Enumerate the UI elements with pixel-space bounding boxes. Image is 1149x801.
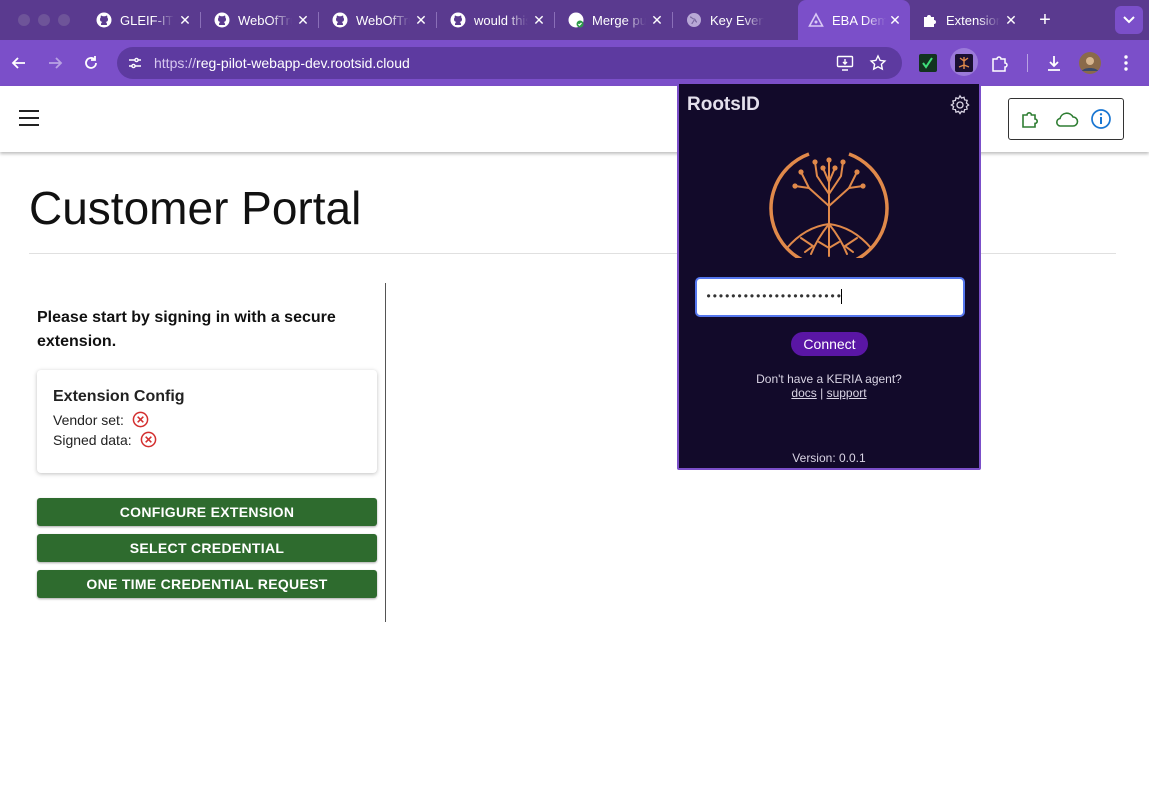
forward-button[interactable] [44,52,66,74]
install-app-icon[interactable] [836,54,854,72]
tab-separator [200,12,201,28]
tab-separator [318,12,319,28]
tab-title: Extension [946,12,1000,28]
keria-help-text: Don't have a KERIA agent? [756,372,902,386]
menu-icon[interactable] [19,110,39,126]
reload-button[interactable] [80,52,102,74]
tab-title: would this [474,12,528,28]
close-tab-icon[interactable]: ✕ [1002,11,1020,29]
browser-toolbar: https://reg-pilot-webapp-dev.rootsid.clo… [0,40,1149,86]
support-link[interactable]: support [827,386,867,400]
password-mask: •••••••••••••••••••••• [705,290,842,304]
extensions-puzzle-icon[interactable] [988,51,1012,75]
close-tab-icon[interactable]: ✕ [530,11,548,29]
new-tab-button[interactable]: + [1035,10,1055,30]
browser-tab[interactable]: Merge pull ✕ [558,6,673,34]
text-caret [841,289,843,305]
reload-icon [85,56,97,69]
browser-tab-active[interactable]: EBA Demo ✕ [798,0,910,40]
close-tab-icon[interactable]: ✕ [412,11,430,29]
card-title: Extension Config [53,388,185,405]
arrow-right-icon [49,57,63,69]
info-icon[interactable] [1090,108,1112,130]
profile-avatar[interactable] [1078,51,1102,75]
select-credential-button[interactable]: SELECT CREDENTIAL [37,534,377,562]
signed-label: Signed data: [53,431,132,448]
rootsid-extension-popup: RootsID •••••••••••••••••••••• Connect D… [677,82,981,470]
error-circle-icon [132,411,149,428]
page-title: Customer Portal [29,182,362,234]
gear-icon[interactable] [949,94,971,116]
browser-tab[interactable]: WebOfTrust ✕ [322,6,437,34]
version-label: Version: 0.0.1 [792,451,866,465]
triangle-logo-icon [808,12,824,28]
close-tab-icon[interactable]: ✕ [648,11,666,29]
toolbar-divider [1027,54,1028,72]
extension-config-card: Extension Config Vendor set: Signed data… [37,370,377,473]
vendor-label: Vendor set: [53,411,124,428]
url-text[interactable]: https://reg-pilot-webapp-dev.rootsid.clo… [154,55,410,71]
github-icon [96,12,112,28]
browser-menu-icon[interactable] [1114,51,1138,75]
bookmark-star-icon[interactable] [869,54,887,72]
close-tab-icon[interactable]: ✕ [294,11,312,29]
tab-title: Merge pull [592,12,646,28]
browser-tab[interactable]: WebOfTrust ✕ [204,6,319,34]
github-icon [332,12,348,28]
tab-title: Key Event [710,12,764,28]
docs-link[interactable]: docs [791,386,816,400]
tab-title: WebOfTrust [356,12,410,28]
extension-keri-icon[interactable] [916,51,940,75]
tab-separator [554,12,555,28]
popup-title: RootsID [687,94,760,115]
browser-tab[interactable]: GLEIF-IT ✕ [86,6,201,34]
signed-status-row: Signed data: [53,431,157,448]
downloads-icon[interactable] [1042,51,1066,75]
one-time-credential-request-button[interactable]: ONE TIME CREDENTIAL REQUEST [37,570,377,598]
back-button[interactable] [8,52,30,74]
rootsid-extension-icon[interactable] [952,51,976,75]
url-host: reg-pilot-webapp-dev.rootsid.cloud [196,55,410,71]
link-separator: | [820,386,824,400]
address-bar[interactable]: https://reg-pilot-webapp-dev.rootsid.clo… [117,47,902,79]
github-merge-icon [568,12,584,28]
chevron-down-icon [1123,16,1135,24]
tab-separator [436,12,437,28]
url-scheme: https:// [154,55,197,71]
browser-tab[interactable]: Extension ✕ [912,6,1026,34]
window-close-dot[interactable] [18,14,30,26]
rootsid-tree-logo [769,152,889,258]
tab-title: GLEIF-IT [120,12,174,28]
extension-puzzle-icon[interactable] [1020,108,1042,130]
window-zoom-dot[interactable] [58,14,70,26]
sign-in-instructions: Please start by signing in with a secure… [37,309,336,350]
close-tab-icon[interactable]: ✕ [176,11,194,29]
browser-tab[interactable]: would this ✕ [440,6,555,34]
close-tab-icon[interactable]: ✕ [886,11,904,29]
cloud-icon[interactable] [1053,110,1079,128]
appbar-tool-group [1008,98,1124,140]
tab-separator [672,12,673,28]
column-divider [385,283,386,622]
arrow-left-icon [11,57,25,69]
tab-title: WebOfTrust [238,12,292,28]
vendor-status-row: Vendor set: [53,411,149,428]
window-minimize-dot[interactable] [38,14,50,26]
help-links: docs | support [679,386,979,400]
tab-title: EBA Demo [832,12,886,28]
browser-tab[interactable]: Key Event [676,6,794,34]
github-icon [450,12,466,28]
github-icon [214,12,230,28]
globe-icon [686,12,702,28]
tab-search-button[interactable] [1115,6,1143,34]
error-circle-icon [140,431,156,448]
password-input[interactable]: •••••••••••••••••••••• [695,277,965,317]
connect-button[interactable]: Connect [791,332,868,356]
configure-extension-button[interactable]: CONFIGURE EXTENSION [37,498,377,526]
site-settings-icon[interactable] [127,55,143,71]
puzzle-icon [922,12,938,28]
browser-tab-strip: GLEIF-IT ✕ WebOfTrust ✕ WebOfTrust ✕ wou… [0,0,1149,40]
